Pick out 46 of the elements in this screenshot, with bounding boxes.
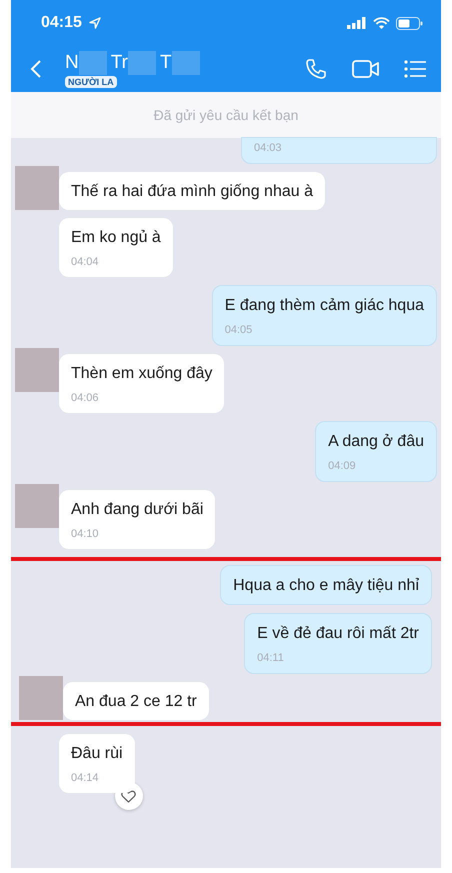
message-bubble[interactable]: E đang thèm cảm giác hqua 04:05 xyxy=(212,285,437,346)
signal-icon xyxy=(347,17,367,29)
message-bubble[interactable]: An đua 2 ce 12 tr xyxy=(63,682,209,720)
message-text: An đua 2 ce 12 tr xyxy=(75,693,197,711)
redaction-block xyxy=(78,50,107,74)
message-time: 04:14 xyxy=(71,772,100,784)
contact-name-part: T xyxy=(160,52,172,74)
message-text: Hqua a cho e mây tiệu nhỉ xyxy=(233,577,419,595)
message-text: Anh đang dưới bãi xyxy=(71,501,204,519)
message-text: A dang ở đâu xyxy=(328,433,424,451)
message-text: E về đẻ đau rôi mất 2tr xyxy=(257,625,419,643)
message-bubble[interactable]: A dang ở đâu 04:09 xyxy=(315,421,437,482)
contact-name-part: N xyxy=(65,52,79,74)
message-text: Thế ra hai đứa mình giống nhau à xyxy=(71,183,313,201)
message-bubble[interactable]: E về đẻ đau rôi mất 2tr 04:11 xyxy=(244,613,432,674)
status-time: 04:15 xyxy=(41,14,82,32)
message-time: 04:03 xyxy=(254,142,283,154)
wifi-icon xyxy=(373,17,390,29)
message-time: 04:06 xyxy=(71,392,100,404)
message-bubble[interactable]: Thèn em xuống đây 04:06 xyxy=(59,354,224,413)
battery-icon xyxy=(396,16,423,30)
message-bubble[interactable]: Đâu rùi 04:14 xyxy=(59,734,135,793)
message-time: 04:04 xyxy=(71,256,100,268)
video-camera-icon xyxy=(352,58,380,80)
message-bubble[interactable]: Em ko ngủ à 04:04 xyxy=(59,218,173,277)
message-text: Thèn em xuống đây xyxy=(71,365,212,383)
phone-icon xyxy=(304,57,328,81)
back-chevron-icon xyxy=(30,59,42,79)
contact-name-part: Tr xyxy=(110,52,128,74)
heart-icon xyxy=(121,790,136,802)
message-time: 04:09 xyxy=(328,460,357,472)
redaction-block xyxy=(172,50,200,74)
location-arrow-icon xyxy=(88,17,101,29)
message-bubble[interactable]: Thế ra hai đứa mình giống nhau à xyxy=(59,172,325,210)
message-time: 04:05 xyxy=(224,324,254,336)
message-text: Em ko ngủ à xyxy=(71,229,161,247)
message-bubble[interactable]: Hqua a cho e mây tiệu nhỉ xyxy=(220,565,432,605)
message-bubble[interactable]: Anh đang dưới bãi 04:10 xyxy=(59,490,216,549)
stranger-badge: NGƯỜI LA xyxy=(65,76,117,88)
menu-list-icon xyxy=(404,60,426,78)
friend-request-banner: Đã gửi yêu cầu kết bạn xyxy=(11,92,441,138)
message-time: 04:11 xyxy=(257,652,285,664)
redaction-block xyxy=(128,50,156,74)
message-text: E đang thèm cảm giác hqua xyxy=(224,297,424,315)
message-text: Đâu rùi xyxy=(71,745,123,763)
message-time: 04:10 xyxy=(71,528,100,540)
